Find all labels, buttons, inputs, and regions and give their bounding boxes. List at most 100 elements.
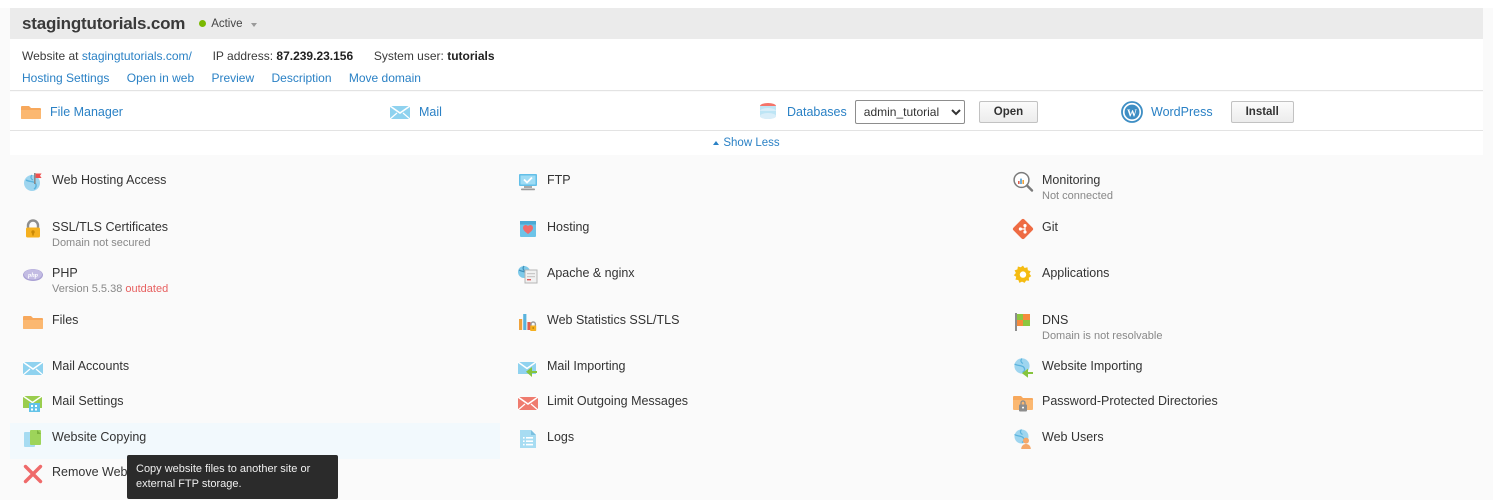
feature-item-texts: SSL/TLS Certificates Domain not secured (52, 220, 168, 250)
feature-item-texts: Mail Accounts (52, 359, 129, 374)
feature-item-label[interactable]: Apache & nginx (547, 266, 635, 281)
web-stats-icon (517, 311, 539, 333)
feature-item-texts: Web Users (1042, 430, 1104, 445)
feature-item-status: Version 5.5.38 outdated (52, 282, 168, 296)
website-import-icon (1012, 357, 1034, 379)
feature-item[interactable]: Applications (1000, 259, 1490, 295)
feature-item-texts: Files (52, 313, 78, 328)
tool-wordpress[interactable]: W WordPress Install (1121, 92, 1294, 131)
tool-label[interactable]: Databases (787, 105, 847, 119)
feature-item-texts: PHP Version 5.5.38 outdated (52, 266, 168, 296)
status-badge[interactable]: Active (199, 18, 257, 30)
system-user-label: System user: (373, 49, 444, 63)
tool-label[interactable]: Mail (419, 105, 442, 119)
top-strip (0, 0, 1493, 8)
feature-item[interactable]: php PHP Version 5.5.38 outdated (10, 259, 500, 295)
feature-item-texts: Web Hosting Access (52, 173, 166, 188)
svg-text:W: W (1127, 108, 1137, 119)
show-less-bar: Show Less (10, 131, 1483, 155)
web-user-icon (1012, 428, 1034, 450)
feature-item-label[interactable]: Git (1042, 220, 1058, 235)
system-user-value: tutorials (447, 49, 495, 63)
feature-item-label[interactable]: Monitoring (1042, 173, 1113, 188)
feature-item[interactable]: SSL/TLS Certificates Domain not secured (10, 213, 500, 249)
copy-pages-icon (22, 428, 44, 450)
feature-item-label[interactable]: Web Users (1042, 430, 1104, 445)
feature-item-label[interactable]: Website Copying (52, 430, 146, 445)
feature-item-label[interactable]: Web Hosting Access (52, 173, 166, 188)
logs-icon (517, 428, 539, 450)
link-preview[interactable]: Preview (211, 71, 254, 85)
website-url-link[interactable]: stagingtutorials.com/ (82, 49, 192, 63)
feature-item[interactable]: Website Importing (1000, 352, 1490, 388)
git-icon (1012, 218, 1034, 240)
feature-item[interactable]: Web Statistics SSL/TLS (505, 306, 995, 342)
feature-item-texts: Limit Outgoing Messages (547, 394, 688, 409)
feature-item[interactable]: Web Users (1000, 423, 1490, 459)
feature-item[interactable]: FTP (505, 166, 995, 202)
feature-item-label[interactable]: Hosting (547, 220, 589, 235)
site-title-bar: stagingtutorials.com Active (10, 8, 1483, 39)
site-info-panel: Website at stagingtutorials.com/ IP addr… (10, 39, 1483, 91)
feature-item-label[interactable]: Web Statistics SSL/TLS (547, 313, 679, 328)
mail-settings-icon (22, 392, 44, 414)
feature-item-label[interactable]: PHP (52, 266, 168, 281)
feature-item[interactable]: Apache & nginx (505, 259, 995, 295)
ip-address-label: IP address: (212, 49, 274, 63)
site-action-links: Hosting Settings Open in web Preview Des… (22, 69, 1483, 87)
feature-item-status: Domain is not resolvable (1042, 330, 1163, 342)
feature-item-texts: Monitoring Not connected (1042, 173, 1113, 203)
info-row: Website at stagingtutorials.com/ IP addr… (22, 47, 1483, 65)
show-less-label: Show Less (723, 137, 780, 149)
feature-item-label[interactable]: Password-Protected Directories (1042, 394, 1218, 409)
link-open-in-web[interactable]: Open in web (127, 71, 194, 85)
feature-item-label[interactable]: Files (52, 313, 78, 328)
tool-file-manager[interactable]: File Manager (20, 92, 123, 131)
monitoring-icon (1012, 171, 1034, 193)
link-move-domain[interactable]: Move domain (349, 71, 421, 85)
wordpress-install-button[interactable]: Install (1230, 100, 1294, 123)
feature-item[interactable]: Website Copying (10, 423, 500, 459)
feature-item[interactable]: DNS Domain is not resolvable (1000, 306, 1490, 342)
feature-item-label[interactable]: DNS (1042, 313, 1162, 328)
database-open-button[interactable]: Open (978, 100, 1039, 123)
feature-item[interactable]: Hosting (505, 213, 995, 249)
feature-item[interactable]: Limit Outgoing Messages (505, 387, 995, 423)
feature-item-label[interactable]: Limit Outgoing Messages (547, 394, 688, 409)
feature-item[interactable]: Git (1000, 213, 1490, 249)
feature-item[interactable]: Monitoring Not connected (1000, 166, 1490, 202)
link-hosting-settings[interactable]: Hosting Settings (22, 71, 109, 85)
ip-address-value: 87.239.23.156 (276, 49, 354, 63)
feature-item[interactable]: Mail Accounts (10, 352, 500, 388)
tool-mail[interactable]: Mail (389, 92, 442, 131)
tool-label[interactable]: WordPress (1151, 105, 1213, 119)
database-select[interactable]: admin_tutorial (854, 99, 965, 124)
feature-item[interactable]: Web Hosting Access (10, 166, 500, 202)
locked-folder-icon (1012, 392, 1034, 414)
php-icon: php (22, 264, 44, 286)
feature-item-texts: Website Importing (1042, 359, 1143, 374)
show-less-toggle[interactable]: Show Less (713, 137, 780, 149)
feature-item-label[interactable]: Mail Settings (52, 394, 124, 409)
feature-item-label[interactable]: Logs (547, 430, 574, 445)
chevron-up-icon (713, 141, 720, 145)
feature-item-label[interactable]: SSL/TLS Certificates (52, 220, 168, 235)
feature-item[interactable]: Mail Settings (10, 387, 500, 423)
feature-item[interactable]: Files (10, 306, 500, 342)
feature-item-label[interactable]: Website Importing (1042, 359, 1143, 374)
feature-item-label[interactable]: FTP (547, 173, 571, 188)
chevron-down-icon[interactable] (250, 22, 257, 27)
feature-item[interactable]: Password-Protected Directories (1000, 387, 1490, 423)
quick-tools-bar: File Manager Mail Databases admin_tutori… (10, 92, 1483, 131)
link-description[interactable]: Description (272, 71, 332, 85)
feature-item-label[interactable]: Mail Accounts (52, 359, 129, 374)
feature-item-texts: FTP (547, 173, 571, 188)
tool-databases[interactable]: Databases admin_tutorial Open (757, 92, 1039, 131)
tool-label[interactable]: File Manager (50, 105, 123, 119)
feature-item[interactable]: Mail Importing (505, 352, 995, 388)
dns-flag-icon (1012, 311, 1034, 333)
feature-item-label[interactable]: Applications (1042, 266, 1109, 281)
feature-item-label[interactable]: Mail Importing (547, 359, 626, 374)
feature-item-status: Not connected (1042, 190, 1113, 202)
feature-item[interactable]: Logs (505, 423, 995, 459)
